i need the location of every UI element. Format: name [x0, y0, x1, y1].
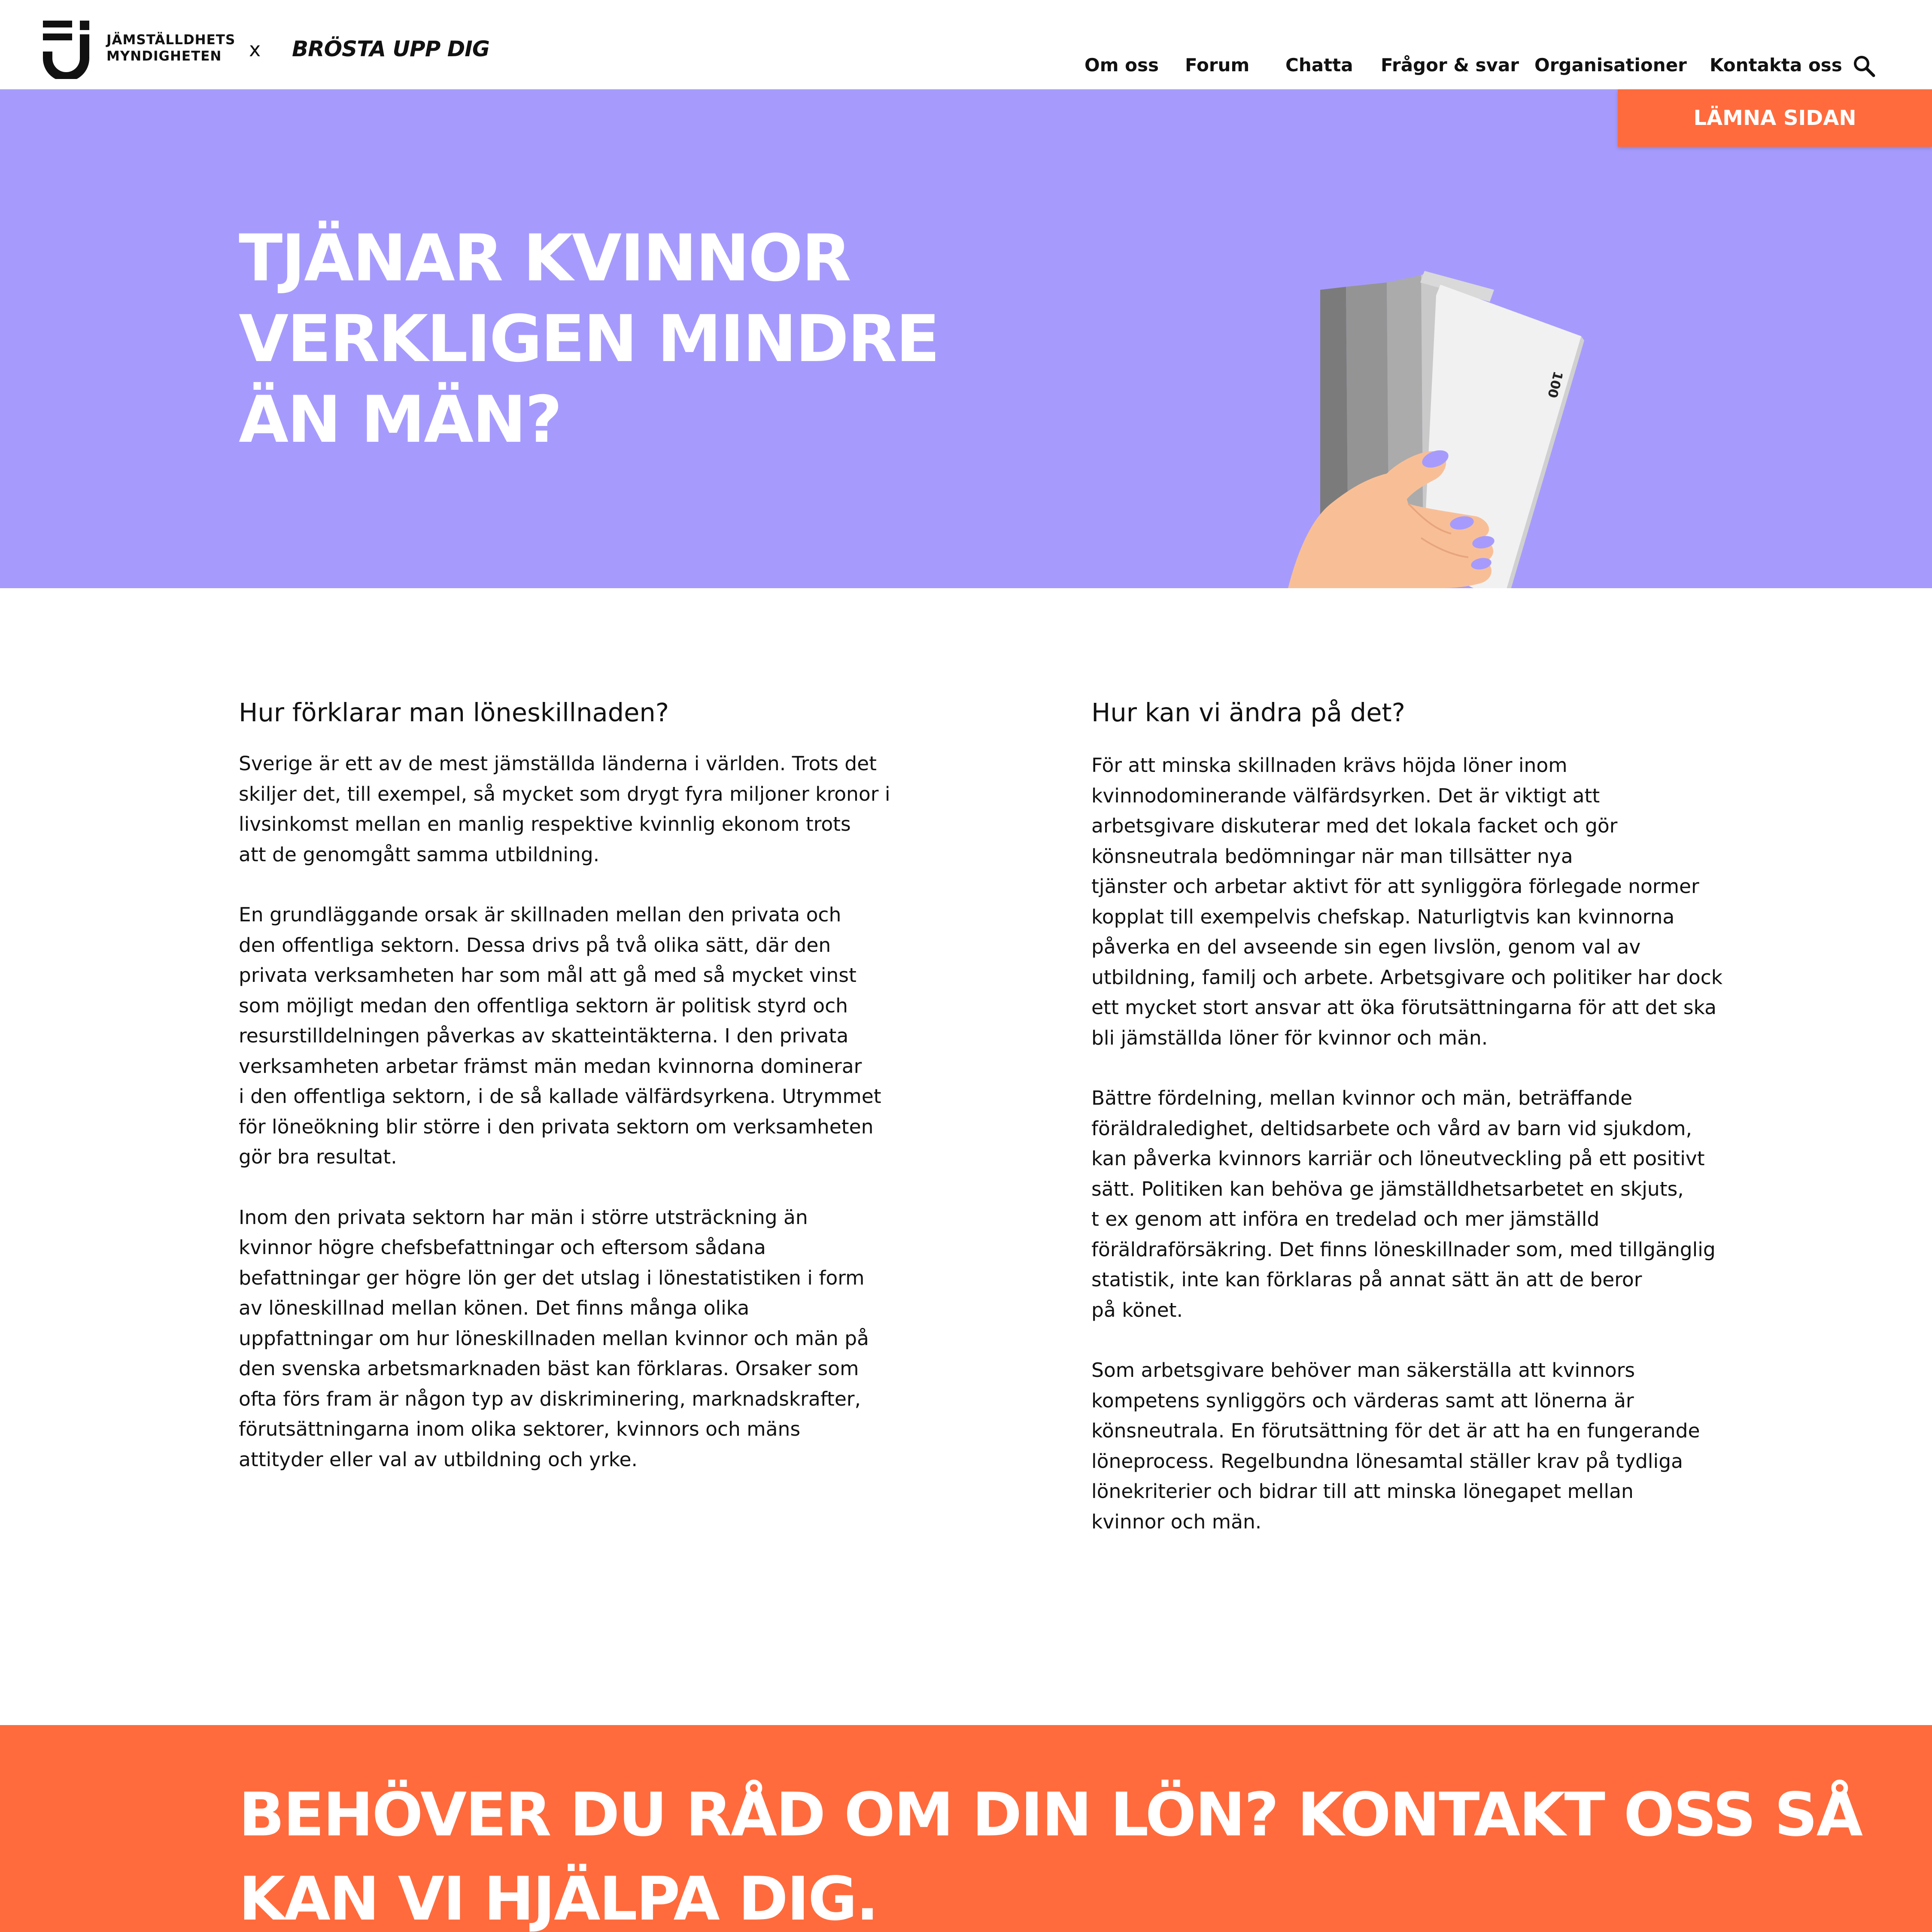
hero-banner: LÄMNA SIDAN TJÄNAR KVINNOR VERKLIGEN MIN…: [0, 89, 1932, 588]
nav-organisationer[interactable]: Organisationer: [1534, 54, 1687, 76]
text-line: privata verksamheten har som mål att gå …: [239, 964, 857, 987]
logo-line-2: MYNDIGHETEN: [106, 49, 222, 64]
cta-line-2: KAN VI HJÄLPA DIG.: [239, 1864, 879, 1932]
text-line: bli jämställda löner för kvinnor och män…: [1091, 1026, 1488, 1049]
search-icon[interactable]: [1852, 54, 1875, 77]
title-line-2: VERKLIGEN MINDRE: [239, 302, 940, 377]
text-line: ofta förs fram är någon typ av diskrimin…: [239, 1387, 861, 1410]
text-line: livsinkomst mellan en manlig respektive …: [239, 813, 851, 835]
site-header: JÄMSTÄLLDHETS MYNDIGHETEN x BRÖSTA UPP D…: [0, 0, 1932, 89]
text-line: föräldraledighet, deltidsarbete och vård…: [1091, 1117, 1692, 1140]
right-paragraph-3: Som arbetsgivare behöver man säkerställa…: [1091, 1355, 1761, 1537]
text-line: som möjligt medan den offentliga sektorn…: [239, 994, 848, 1017]
text-line: utbildning, familj och arbete. Arbetsgiv…: [1091, 966, 1723, 989]
right-paragraph-1: För att minska skillnaden krävs höjda lö…: [1091, 750, 1761, 1053]
text-line: könsneutrala. En förutsättning för det ä…: [1091, 1419, 1700, 1442]
leave-page-button[interactable]: LÄMNA SIDAN: [1618, 89, 1932, 147]
text-line: kopplat till exempelvis chefskap. Naturl…: [1091, 905, 1675, 928]
text-line: skiljer det, till exempel, så mycket som…: [239, 782, 890, 805]
hand-holding-banknotes-illustration: 100: [1288, 271, 1584, 588]
text-line: av löneskillnad mellan könen. Det finns …: [239, 1297, 750, 1319]
text-line: uppfattningar om hur löneskillnaden mell…: [239, 1327, 869, 1350]
text-line: för löneökning blir större i den privata…: [239, 1115, 874, 1138]
cta-line-1: BEHÖVER DU RÅD OM DIN LÖN? KONTAKT OSS S…: [239, 1780, 1863, 1850]
text-line: kan påverka kvinnors karriär och löneutv…: [1091, 1147, 1705, 1170]
left-paragraph-2: En grundläggande orsak är skillnaden mel…: [239, 900, 908, 1173]
left-paragraph-1: Sverige är ett av de mest jämställda län…: [239, 749, 908, 870]
left-column: Hur förklarar man löneskillnaden? Sverig…: [239, 696, 908, 1505]
logo-line-1: JÄMSTÄLLDHETS: [106, 32, 236, 48]
text-line: kvinnor och män.: [1091, 1510, 1262, 1533]
text-line: i den offentliga sektorn, i de så kallad…: [239, 1085, 881, 1108]
text-line: Inom den privata sektorn har män i störr…: [239, 1206, 808, 1229]
text-line: t ex genom att införa en tredelad och me…: [1091, 1208, 1600, 1230]
title-line-1: TJÄNAR KVINNOR: [239, 221, 851, 296]
text-line: den offentliga sektorn. Dessa drivs på t…: [239, 933, 831, 957]
text-line: sätt. Politiken kan behöva ge jämställdh…: [1091, 1177, 1684, 1200]
text-line: Som arbetsgivare behöver man säkerställa…: [1091, 1359, 1635, 1382]
nav-fragor-svar[interactable]: Frågor & svar: [1381, 54, 1519, 76]
page-title: TJÄNAR KVINNOR VERKLIGEN MINDRE ÄN MÄN?: [239, 218, 969, 460]
nav-kontakta-oss[interactable]: Kontakta oss: [1710, 54, 1842, 76]
contact-cta-banner: BEHÖVER DU RÅD OM DIN LÖN? KONTAKT OSS S…: [0, 1725, 1932, 1932]
text-line: förutsättningarna inom olika sektorer, k…: [239, 1418, 801, 1440]
text-line: verksamheten arbetar främst män medan kv…: [239, 1054, 862, 1078]
text-line: kvinnor högre chefsbefattningar och efte…: [239, 1236, 766, 1259]
text-line: Sverige är ett av de mest jämställda län…: [239, 752, 877, 775]
left-paragraph-3: Inom den privata sektorn har män i störr…: [239, 1203, 908, 1475]
right-column: Hur kan vi ändra på det? För att minska …: [1091, 696, 1761, 1567]
cta-title[interactable]: BEHÖVER DU RÅD OM DIN LÖN? KONTAKT OSS S…: [239, 1773, 1863, 1932]
agency-logo-icon[interactable]: [43, 21, 92, 79]
text-line: lönekriterier och bidrar till att minska…: [1091, 1480, 1634, 1503]
agency-logo-text[interactable]: JÄMSTÄLLDHETS MYNDIGHETEN: [106, 32, 235, 64]
title-line-3: ÄN MÄN?: [239, 383, 562, 457]
text-line: resurstilldelningen påverkas av skattein…: [239, 1024, 849, 1047]
right-heading: Hur kan vi ändra på det?: [1091, 698, 1405, 727]
text-line: föräldraförsäkring. Det finns löneskilln…: [1091, 1238, 1716, 1261]
text-line: ett mycket stort ansvar att öka förutsät…: [1091, 996, 1717, 1019]
nav-forum[interactable]: Forum: [1185, 54, 1249, 76]
partner-logo[interactable]: BRÖSTA UPP DIG: [292, 36, 490, 62]
logo-separator: x: [249, 38, 261, 61]
text-line: könsneutrala bedömningar när man tillsät…: [1091, 844, 1573, 868]
text-line: tjänster och arbetar aktivt för att synl…: [1091, 875, 1699, 898]
text-line: befattningar ger högre lön ger det utsla…: [239, 1266, 865, 1289]
text-line: En grundläggande orsak är skillnaden mel…: [239, 903, 841, 926]
text-line: påverka en del avseende sin egen livslön…: [1091, 936, 1641, 958]
text-line: kvinnodominerande välfärdsyrken. Det är …: [1091, 784, 1600, 807]
text-line: För att minska skillnaden krävs höjda lö…: [1091, 754, 1567, 777]
text-line: kompetens synliggörs och värderas samt a…: [1091, 1389, 1634, 1412]
text-line: gör bra resultat.: [239, 1145, 397, 1168]
text-line: statistik, inte kan förklaras på annat s…: [1091, 1268, 1642, 1291]
text-line: att de genomgått samma utbildning.: [239, 843, 600, 866]
nav-chatta[interactable]: Chatta: [1285, 54, 1353, 76]
text-line: arbetsgivare diskuterar med det lokala f…: [1091, 814, 1618, 837]
text-line: attityder eller val av utbildning och yr…: [239, 1448, 638, 1471]
text-line: den svenska arbetsmarknaden bäst kan för…: [239, 1357, 859, 1380]
text-line: Bättre fördelning, mellan kvinnor och mä…: [1091, 1087, 1633, 1109]
nav-om-oss[interactable]: Om oss: [1084, 54, 1159, 76]
text-line: löneprocess. Regelbundna lönesamtal stäl…: [1091, 1449, 1683, 1473]
right-paragraph-2: Bättre fördelning, mellan kvinnor och mä…: [1091, 1083, 1761, 1325]
left-heading: Hur förklarar man löneskillnaden?: [239, 698, 669, 727]
text-line: på könet.: [1091, 1298, 1183, 1321]
